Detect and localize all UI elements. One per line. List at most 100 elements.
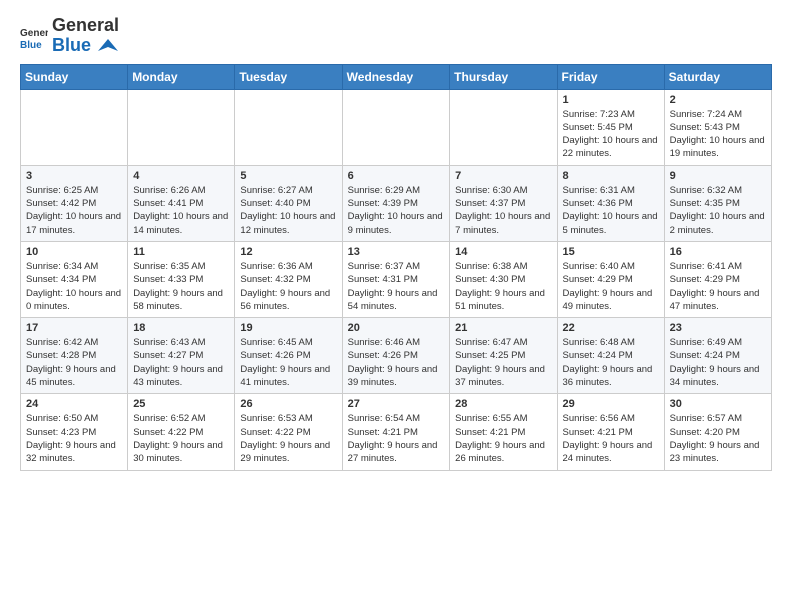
- calendar-table: SundayMondayTuesdayWednesdayThursdayFrid…: [20, 64, 772, 471]
- day-info: Sunrise: 6:52 AM Sunset: 4:22 PM Dayligh…: [133, 412, 229, 465]
- calendar-cell: [342, 89, 450, 165]
- calendar-cell: [21, 89, 128, 165]
- calendar-cell: 26 Sunrise: 6:53 AM Sunset: 4:22 PM Dayli…: [235, 394, 342, 470]
- calendar-cell: [450, 89, 557, 165]
- calendar-cell: 16Sunrise: 6:41 AM Sunset: 4:29 PM Dayli…: [664, 241, 771, 317]
- day-number: 3: [26, 170, 122, 182]
- day-number: 12: [240, 246, 336, 258]
- weekday-header-friday: Friday: [557, 64, 664, 89]
- day-info: Sunrise: 6:25 AM Sunset: 4:42 PM Dayligh…: [26, 184, 122, 237]
- day-info: Sunrise: 6:54 AM Sunset: 4:21 PM Dayligh…: [348, 412, 445, 465]
- day-info: Sunrise: 6:46 AM Sunset: 4:26 PM Dayligh…: [348, 336, 445, 389]
- day-number: 15: [563, 246, 659, 258]
- calendar-cell: 2Sunrise: 7:24 AM Sunset: 5:43 PM Daylig…: [664, 89, 771, 165]
- calendar-cell: 23Sunrise: 6:49 AM Sunset: 4:24 PM Dayli…: [664, 318, 771, 394]
- day-info: Sunrise: 6:47 AM Sunset: 4:25 PM Dayligh…: [455, 336, 551, 389]
- logo-bird-icon: [98, 37, 118, 55]
- calendar-cell: 27 Sunrise: 6:54 AM Sunset: 4:21 PM Dayli…: [342, 394, 450, 470]
- weekday-header-saturday: Saturday: [664, 64, 771, 89]
- day-info: Sunrise: 6:32 AM Sunset: 4:35 PM Dayligh…: [670, 184, 766, 237]
- day-number: 20: [348, 322, 445, 334]
- calendar-week-row: 1 Sunrise: 7:23 AM Sunset: 5:45 PM Daylig…: [21, 89, 772, 165]
- calendar-cell: 4 Sunrise: 6:26 AM Sunset: 4:41 PM Daylig…: [128, 165, 235, 241]
- logo-icon: General Blue: [20, 22, 48, 50]
- day-info: Sunrise: 6:26 AM Sunset: 4:41 PM Dayligh…: [133, 184, 229, 237]
- calendar-cell: 15 Sunrise: 6:40 AM Sunset: 4:29 PM Dayli…: [557, 241, 664, 317]
- page-header: General Blue General Blue: [20, 16, 772, 56]
- calendar-cell: 12Sunrise: 6:36 AM Sunset: 4:32 PM Dayli…: [235, 241, 342, 317]
- day-number: 18: [133, 322, 229, 334]
- day-number: 28: [455, 398, 551, 410]
- calendar-week-row: 24Sunrise: 6:50 AM Sunset: 4:23 PM Dayli…: [21, 394, 772, 470]
- calendar-week-row: 3 Sunrise: 6:25 AM Sunset: 4:42 PM Daylig…: [21, 165, 772, 241]
- calendar-cell: 11 Sunrise: 6:35 AM Sunset: 4:33 PM Dayli…: [128, 241, 235, 317]
- day-number: 8: [563, 170, 659, 182]
- calendar-cell: 19 Sunrise: 6:45 AM Sunset: 4:26 PM Dayli…: [235, 318, 342, 394]
- calendar-cell: 14 Sunrise: 6:38 AM Sunset: 4:30 PM Dayli…: [450, 241, 557, 317]
- calendar-cell: 22 Sunrise: 6:48 AM Sunset: 4:24 PM Dayli…: [557, 318, 664, 394]
- calendar-cell: 8 Sunrise: 6:31 AM Sunset: 4:36 PM Daylig…: [557, 165, 664, 241]
- calendar-cell: 17 Sunrise: 6:42 AM Sunset: 4:28 PM Dayli…: [21, 318, 128, 394]
- day-info: Sunrise: 6:48 AM Sunset: 4:24 PM Dayligh…: [563, 336, 659, 389]
- day-number: 7: [455, 170, 551, 182]
- day-info: Sunrise: 6:31 AM Sunset: 4:36 PM Dayligh…: [563, 184, 659, 237]
- day-number: 30: [670, 398, 766, 410]
- calendar-cell: 5Sunrise: 6:27 AM Sunset: 4:40 PM Daylig…: [235, 165, 342, 241]
- day-info: Sunrise: 6:29 AM Sunset: 4:39 PM Dayligh…: [348, 184, 445, 237]
- calendar-cell: [128, 89, 235, 165]
- day-number: 19: [240, 322, 336, 334]
- svg-text:General: General: [20, 28, 48, 39]
- day-number: 16: [670, 246, 766, 258]
- weekday-header-monday: Monday: [128, 64, 235, 89]
- weekday-header-tuesday: Tuesday: [235, 64, 342, 89]
- logo-blue: Blue: [52, 35, 91, 55]
- day-number: 26: [240, 398, 336, 410]
- day-number: 21: [455, 322, 551, 334]
- day-info: Sunrise: 6:40 AM Sunset: 4:29 PM Dayligh…: [563, 260, 659, 313]
- day-info: Sunrise: 6:34 AM Sunset: 4:34 PM Dayligh…: [26, 260, 122, 313]
- calendar-cell: 25 Sunrise: 6:52 AM Sunset: 4:22 PM Dayli…: [128, 394, 235, 470]
- calendar-cell: 29Sunrise: 6:56 AM Sunset: 4:21 PM Dayli…: [557, 394, 664, 470]
- calendar-week-row: 10Sunrise: 6:34 AM Sunset: 4:34 PM Dayli…: [21, 241, 772, 317]
- day-number: 27: [348, 398, 445, 410]
- day-info: Sunrise: 7:23 AM Sunset: 5:45 PM Dayligh…: [563, 108, 659, 161]
- day-number: 17: [26, 322, 122, 334]
- logo-text: General Blue: [52, 16, 119, 56]
- day-number: 22: [563, 322, 659, 334]
- day-number: 1: [563, 94, 659, 106]
- day-info: Sunrise: 6:45 AM Sunset: 4:26 PM Dayligh…: [240, 336, 336, 389]
- calendar-cell: 3 Sunrise: 6:25 AM Sunset: 4:42 PM Daylig…: [21, 165, 128, 241]
- svg-text:Blue: Blue: [20, 40, 42, 50]
- calendar-cell: 1 Sunrise: 7:23 AM Sunset: 5:45 PM Daylig…: [557, 89, 664, 165]
- day-info: Sunrise: 6:30 AM Sunset: 4:37 PM Dayligh…: [455, 184, 551, 237]
- day-info: Sunrise: 6:42 AM Sunset: 4:28 PM Dayligh…: [26, 336, 122, 389]
- day-info: Sunrise: 6:55 AM Sunset: 4:21 PM Dayligh…: [455, 412, 551, 465]
- weekday-header-wednesday: Wednesday: [342, 64, 450, 89]
- day-number: 6: [348, 170, 445, 182]
- calendar-cell: 10Sunrise: 6:34 AM Sunset: 4:34 PM Dayli…: [21, 241, 128, 317]
- calendar-cell: 20 Sunrise: 6:46 AM Sunset: 4:26 PM Dayli…: [342, 318, 450, 394]
- calendar-cell: 6 Sunrise: 6:29 AM Sunset: 4:39 PM Daylig…: [342, 165, 450, 241]
- day-info: Sunrise: 6:50 AM Sunset: 4:23 PM Dayligh…: [26, 412, 122, 465]
- day-number: 29: [563, 398, 659, 410]
- calendar-cell: 28 Sunrise: 6:55 AM Sunset: 4:21 PM Dayli…: [450, 394, 557, 470]
- day-info: Sunrise: 7:24 AM Sunset: 5:43 PM Dayligh…: [670, 108, 766, 161]
- calendar-cell: 9Sunrise: 6:32 AM Sunset: 4:35 PM Daylig…: [664, 165, 771, 241]
- day-number: 14: [455, 246, 551, 258]
- day-info: Sunrise: 6:35 AM Sunset: 4:33 PM Dayligh…: [133, 260, 229, 313]
- day-number: 11: [133, 246, 229, 258]
- calendar-cell: 13Sunrise: 6:37 AM Sunset: 4:31 PM Dayli…: [342, 241, 450, 317]
- calendar-week-row: 17 Sunrise: 6:42 AM Sunset: 4:28 PM Dayli…: [21, 318, 772, 394]
- day-number: 25: [133, 398, 229, 410]
- weekday-header-thursday: Thursday: [450, 64, 557, 89]
- calendar-cell: 30Sunrise: 6:57 AM Sunset: 4:20 PM Dayli…: [664, 394, 771, 470]
- day-info: Sunrise: 6:38 AM Sunset: 4:30 PM Dayligh…: [455, 260, 551, 313]
- day-info: Sunrise: 6:27 AM Sunset: 4:40 PM Dayligh…: [240, 184, 336, 237]
- calendar-cell: 21 Sunrise: 6:47 AM Sunset: 4:25 PM Dayli…: [450, 318, 557, 394]
- day-number: 13: [348, 246, 445, 258]
- weekday-header-sunday: Sunday: [21, 64, 128, 89]
- day-number: 4: [133, 170, 229, 182]
- day-info: Sunrise: 6:53 AM Sunset: 4:22 PM Dayligh…: [240, 412, 336, 465]
- day-info: Sunrise: 6:43 AM Sunset: 4:27 PM Dayligh…: [133, 336, 229, 389]
- calendar-cell: [235, 89, 342, 165]
